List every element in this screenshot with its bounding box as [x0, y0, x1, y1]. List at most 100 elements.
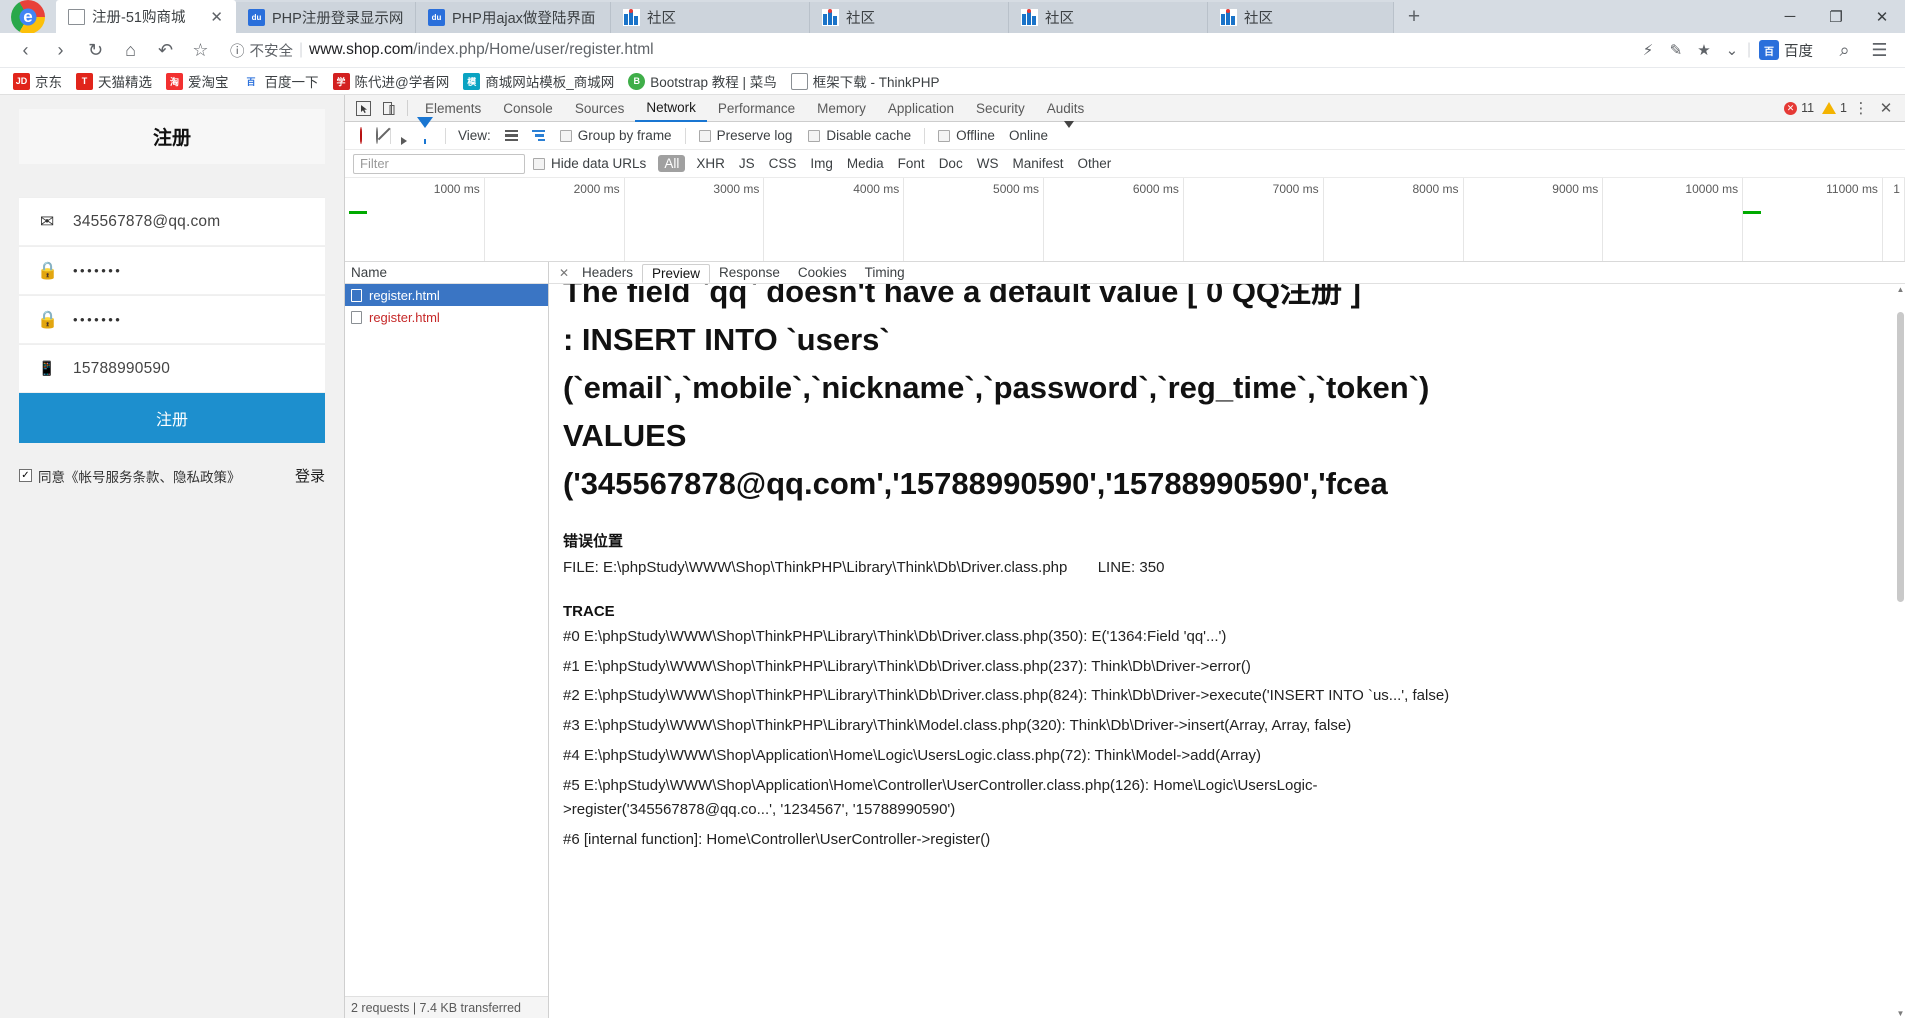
request-row[interactable]: register.html	[345, 284, 548, 306]
detail-tab-response[interactable]: Response	[710, 264, 789, 281]
close-icon[interactable]: ✕	[196, 8, 223, 26]
browser-tab-5[interactable]: 社区	[1009, 2, 1208, 33]
more-options-icon[interactable]: ⋮	[1850, 97, 1872, 119]
bookmark-item-7[interactable]: 框架下载 - ThinkPHP	[784, 69, 947, 93]
tab-application[interactable]: Application	[877, 95, 965, 122]
detail-tab-timing[interactable]: Timing	[856, 264, 914, 281]
login-link[interactable]: 登录	[295, 465, 325, 486]
clear-icon[interactable]	[369, 127, 385, 144]
browser-tab-4[interactable]: 社区	[810, 2, 1009, 33]
group-by-frame-checkbox[interactable]: Group by frame	[552, 128, 680, 143]
home-icon[interactable]: ⌂	[113, 34, 148, 66]
tab-security[interactable]: Security	[965, 95, 1036, 122]
request-row[interactable]: register.html	[345, 306, 548, 328]
maximize-button[interactable]: ❐	[1813, 0, 1859, 33]
new-tab-button[interactable]: +	[1394, 0, 1434, 33]
scrollbar-thumb[interactable]	[1897, 312, 1904, 602]
checkbox[interactable]	[533, 157, 545, 170]
forward-icon[interactable]: ›	[43, 34, 78, 66]
warning-count-badge[interactable]: 1	[1822, 101, 1847, 115]
security-indicator[interactable]: ⓘ 不安全	[230, 40, 293, 61]
requests-column-header[interactable]: Name	[345, 262, 548, 284]
filter-type-other[interactable]: Other	[1070, 156, 1118, 171]
filter-type-xhr[interactable]: XHR	[689, 156, 732, 171]
throttling-select[interactable]: Online	[1003, 128, 1054, 143]
browser-tab-1[interactable]: du PHP注册登录显示网络失败	[236, 2, 416, 33]
close-window-button[interactable]: ✕	[1859, 0, 1905, 33]
network-overview-timeline[interactable]: 1000 ms 2000 ms 3000 ms 4000 ms 5000 ms …	[345, 178, 1905, 262]
agree-checkbox[interactable]: ✓	[19, 469, 32, 482]
bookmark-item-2[interactable]: 淘 爱淘宝	[159, 69, 236, 93]
bookmark-item-6[interactable]: B Bootstrap 教程 | 菜鸟	[621, 69, 784, 93]
flash-icon[interactable]: ⚡	[1635, 36, 1661, 64]
address-bar[interactable]: ⓘ 不安全 | www.shop.com/index.php/Home/user…	[222, 35, 1827, 65]
close-detail-icon[interactable]: ✕	[555, 264, 573, 282]
browser-tab-0[interactable]: 注册-51购商城 ✕	[56, 0, 236, 33]
edit-icon[interactable]: ✎	[1663, 36, 1689, 64]
filter-type-js[interactable]: JS	[732, 156, 762, 171]
throttling-caret-icon[interactable]	[1054, 121, 1084, 143]
bookmark-item-3[interactable]: 百 百度一下	[236, 69, 326, 93]
device-toggle-icon[interactable]	[376, 96, 401, 120]
record-icon[interactable]	[353, 127, 369, 144]
bookmark-item-0[interactable]: JD 京东	[6, 69, 69, 93]
bookmark-item-1[interactable]: T 天猫精选	[69, 69, 159, 93]
disable-cache-checkbox[interactable]: Disable cache	[800, 128, 919, 143]
bookmark-item-5[interactable]: 模 商城网站模板_商城网	[456, 69, 621, 93]
waterfall-icon[interactable]	[525, 129, 552, 142]
error-count-badge[interactable]: ✕ 11	[1784, 101, 1814, 115]
phone-field[interactable]: 📱 15788990590	[19, 344, 325, 392]
filter-type-font[interactable]: Font	[891, 156, 932, 171]
preview-scrollbar[interactable]: ▲ ▼	[1896, 284, 1905, 1018]
detail-tab-preview[interactable]: Preview	[642, 263, 711, 283]
reload-icon[interactable]: ↻	[78, 34, 113, 66]
chevron-down-icon[interactable]: ⌄	[1719, 36, 1745, 64]
star-filled-icon[interactable]: ★	[1691, 36, 1717, 64]
tab-memory[interactable]: Memory	[806, 95, 877, 122]
close-devtools-icon[interactable]: ✕	[1875, 97, 1897, 119]
preview-content[interactable]: The field `qq` doesn't have a default va…	[549, 284, 1905, 1018]
email-field[interactable]: ✉ 345567878@qq.com	[19, 197, 325, 245]
tab-console[interactable]: Console	[492, 95, 564, 122]
filter-type-ws[interactable]: WS	[970, 156, 1006, 171]
preserve-log-checkbox[interactable]: Preserve log	[691, 128, 801, 143]
password-field[interactable]: 🔒 •••••••	[19, 246, 325, 294]
offline-checkbox[interactable]: Offline	[930, 128, 1003, 143]
filter-type-doc[interactable]: Doc	[932, 156, 970, 171]
browser-tab-3[interactable]: 社区	[611, 2, 810, 33]
funnel-icon[interactable]	[410, 117, 440, 143]
filter-type-manifest[interactable]: Manifest	[1005, 156, 1070, 171]
list-view-icon[interactable]	[498, 129, 525, 142]
scroll-down-icon[interactable]: ▼	[1896, 1008, 1905, 1018]
detail-tab-cookies[interactable]: Cookies	[789, 264, 856, 281]
minimize-button[interactable]: ─	[1767, 0, 1813, 33]
confirm-password-field[interactable]: 🔒 •••••••	[19, 295, 325, 343]
tab-audits[interactable]: Audits	[1036, 95, 1096, 122]
filter-type-css[interactable]: CSS	[762, 156, 804, 171]
search-icon[interactable]: ⌕	[1827, 34, 1862, 66]
checkbox[interactable]	[808, 129, 821, 142]
checkbox[interactable]	[559, 129, 572, 142]
bookmark-item-4[interactable]: 学 陈代进@学者网	[326, 69, 457, 93]
browser-tab-6[interactable]: 社区	[1208, 2, 1394, 33]
checkbox[interactable]	[698, 129, 711, 142]
filter-type-media[interactable]: Media	[840, 156, 891, 171]
bookmark-star-icon[interactable]: ☆	[183, 34, 218, 66]
browser-tab-2[interactable]: du PHP用ajax做登陆界面 如何	[416, 2, 611, 33]
filter-input[interactable]: Filter	[353, 153, 525, 174]
filter-type-img[interactable]: Img	[803, 156, 840, 171]
inspect-icon[interactable]	[351, 96, 376, 120]
tab-network[interactable]: Network	[635, 95, 707, 122]
register-submit-button[interactable]: 注册	[19, 393, 325, 443]
tab-performance[interactable]: Performance	[707, 95, 806, 122]
tab-sources[interactable]: Sources	[564, 95, 636, 122]
history-icon[interactable]: ↶	[148, 34, 183, 66]
menu-icon[interactable]: ☰	[1862, 34, 1897, 66]
filter-type-all[interactable]: All	[658, 155, 686, 172]
detail-tab-headers[interactable]: Headers	[573, 264, 642, 281]
scroll-up-icon[interactable]: ▲	[1896, 284, 1905, 294]
hide-data-urls-checkbox[interactable]: Hide data URLs	[525, 156, 654, 171]
back-icon[interactable]: ‹	[8, 34, 43, 66]
checkbox[interactable]	[938, 129, 951, 142]
baidu-search-shortcut[interactable]: 百 百度	[1753, 40, 1819, 61]
